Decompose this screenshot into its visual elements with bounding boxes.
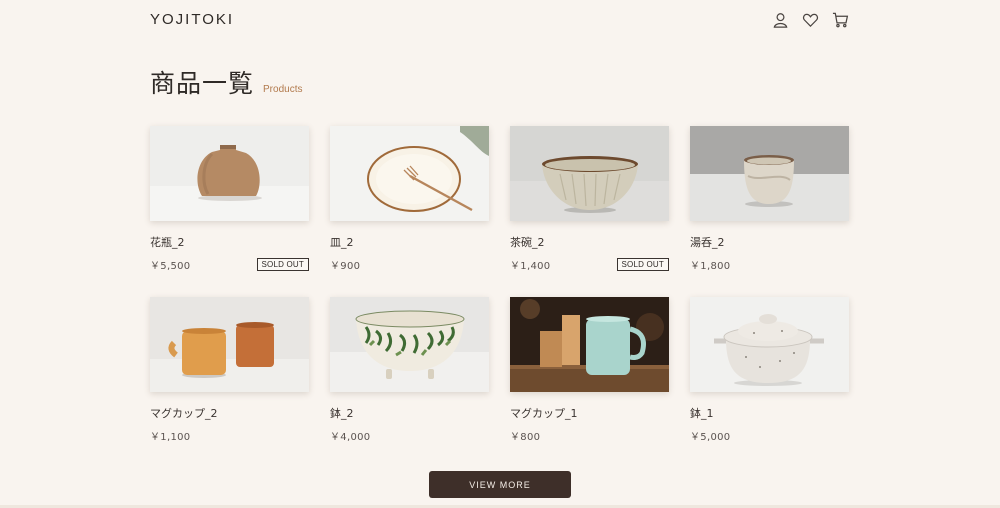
product-card[interactable]: マグカップ_1 ￥800 (510, 297, 669, 468)
product-name[interactable]: 鉢_1 (690, 405, 849, 421)
product-price: ￥4,000 (330, 431, 371, 443)
sold-out-badge: SOLD OUT (256, 257, 309, 271)
page-title-en: Products (263, 84, 303, 95)
product-image-vase[interactable] (150, 126, 309, 221)
product-price: ￥800 (510, 431, 541, 443)
sold-out-badge: SOLD OUT (616, 257, 669, 271)
product-name[interactable]: 湯呑_2 (690, 234, 849, 250)
view-more-button[interactable]: VIEW MORE (429, 471, 571, 498)
heart-icon[interactable] (802, 11, 819, 29)
header-icons (772, 11, 849, 29)
product-card[interactable]: 鉢_2 ￥4,000 (330, 297, 489, 468)
user-icon[interactable] (772, 11, 789, 29)
product-price: ￥900 (330, 260, 361, 272)
product-card[interactable]: 鉢_1 ￥5,000 (690, 297, 849, 468)
product-list-page: YOJITOKI 商品一覧 Products 花瓶_2 ￥5,500 SOLD … (0, 0, 1000, 508)
product-card[interactable]: 湯呑_2 ￥1,800 (690, 126, 849, 297)
product-image-mug[interactable] (510, 297, 669, 392)
product-name[interactable]: 皿_2 (330, 234, 489, 250)
product-price: ￥1,800 (690, 260, 731, 272)
product-grid: 花瓶_2 ￥5,500 SOLD OUT 皿_2 ￥900 茶碗_2 ￥1,40… (150, 126, 849, 468)
product-image-footed-bowl[interactable] (330, 297, 489, 392)
product-price: ￥5,500 (150, 260, 191, 272)
product-name[interactable]: 花瓶_2 (150, 234, 309, 250)
product-image-mugs[interactable] (150, 297, 309, 392)
product-card[interactable]: 茶碗_2 ￥1,400 SOLD OUT (510, 126, 669, 297)
page-title-jp: 商品一覧 (150, 69, 255, 98)
product-image-plate[interactable] (330, 126, 489, 221)
product-image-casserole[interactable] (690, 297, 849, 392)
product-name[interactable]: 鉢_2 (330, 405, 489, 421)
product-name[interactable]: 茶碗_2 (510, 234, 669, 250)
product-name[interactable]: マグカップ_1 (510, 405, 669, 421)
product-image-teacup[interactable] (690, 126, 849, 221)
site-logo[interactable]: YOJITOKI (150, 11, 234, 28)
product-price: ￥1,400 (510, 260, 551, 272)
product-price: ￥1,100 (150, 431, 191, 443)
cart-icon[interactable] (832, 11, 849, 29)
product-name[interactable]: マグカップ_2 (150, 405, 309, 421)
product-price: ￥5,000 (690, 431, 731, 443)
product-card[interactable]: マグカップ_2 ￥1,100 (150, 297, 309, 468)
product-card[interactable]: 皿_2 ￥900 (330, 126, 489, 297)
product-card[interactable]: 花瓶_2 ￥5,500 SOLD OUT (150, 126, 309, 297)
product-image-rice-bowl[interactable] (510, 126, 669, 221)
page-title: 商品一覧 Products (150, 64, 302, 100)
